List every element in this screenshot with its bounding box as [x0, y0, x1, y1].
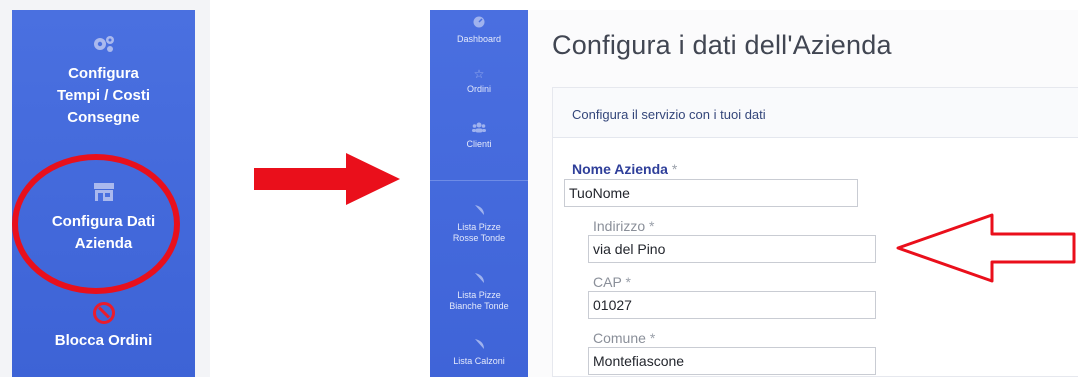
block-icon [92, 302, 115, 324]
tutorial-screenshot: Configura Tempi / Costi Consegne Configu… [0, 0, 1078, 377]
main-content: Configura i dati dell'Azienda Configura … [528, 10, 1078, 377]
nav-item-label: Ordini [466, 84, 491, 94]
nav-item-ordini[interactable]: ☆ Ordini [430, 68, 528, 95]
nav-item-dashboard[interactable]: Dashboard [430, 16, 528, 45]
nav-item-label: Lista Calzoni [453, 356, 505, 366]
label-text: Indirizzo [593, 218, 646, 234]
nav-item-label: Dashboard [456, 34, 502, 44]
sidebar-item-label: Consegne [67, 109, 140, 126]
label-text: CAP [593, 274, 622, 290]
cap-input[interactable]: 01027 [588, 291, 876, 319]
field-label-comune: Comune * [593, 330, 655, 346]
required-marker: * [649, 218, 655, 234]
sidebar-item-label: Blocca Ordini [54, 332, 153, 349]
nav-divider [430, 180, 528, 181]
sidebar-item-label: Configura [68, 65, 139, 82]
star-icon: ☆ [473, 67, 485, 81]
nav-item-label: Bianche Tonde [449, 301, 509, 311]
left-sidebar-crop: Configura Tempi / Costi Consegne Configu… [0, 0, 210, 377]
arrow-right-icon [254, 153, 400, 205]
field-label-nome-azienda: Nome Azienda * [572, 161, 677, 177]
nav-item-label: Lista Pizze [457, 222, 501, 232]
field-label-cap: CAP * [593, 274, 631, 290]
nav-item-pizze-bianche[interactable]: Lista Pizze Bianche Tonde [430, 272, 528, 312]
page-title: Configura i dati dell'Azienda [552, 30, 892, 60]
nav-item-label: Rosse Tonde [452, 233, 506, 243]
pizza-icon [430, 272, 528, 287]
nav-item-calzoni[interactable]: Lista Calzoni [430, 338, 528, 367]
indirizzo-input[interactable]: via del Pino [588, 235, 876, 263]
nav-item-label: Clienti [466, 139, 492, 149]
nav-item-label: Lista Pizze [457, 290, 501, 300]
pizza-icon [430, 338, 528, 353]
sidebar-item-label: Tempi / Costi [56, 87, 151, 104]
app-nav-sidebar: Dashboard ☆ Ordini Clienti Lista Pizze R… [430, 10, 528, 377]
nome-azienda-input[interactable]: TuoNome [564, 179, 858, 207]
label-text: Comune [593, 330, 646, 346]
sidebar-item-configura-tempi[interactable]: Configura Tempi / Costi Consegne [12, 34, 195, 129]
field-label-indirizzo: Indirizzo * [593, 218, 654, 234]
label-text: Nome Azienda [572, 161, 668, 177]
pizza-icon [430, 204, 528, 219]
card-header: Configura il servizio con i tuoi dati [553, 88, 1078, 138]
sidebar-item-blocca-ordini[interactable]: Blocca Ordini [12, 302, 195, 352]
card-header-title: Configura il servizio con i tuoi dati [572, 107, 766, 122]
comune-input[interactable]: Montefiascone [588, 347, 876, 375]
nav-item-clienti[interactable]: Clienti [430, 122, 528, 150]
users-icon [430, 122, 528, 136]
required-marker: * [625, 274, 631, 290]
highlight-ellipse [12, 154, 180, 294]
gears-icon [12, 34, 195, 59]
dashboard-icon [430, 16, 528, 31]
required-marker: * [671, 161, 678, 177]
nav-item-pizze-rosse[interactable]: Lista Pizze Rosse Tonde [430, 204, 528, 244]
required-marker: * [649, 330, 656, 346]
arrow-left-icon [896, 213, 1076, 283]
